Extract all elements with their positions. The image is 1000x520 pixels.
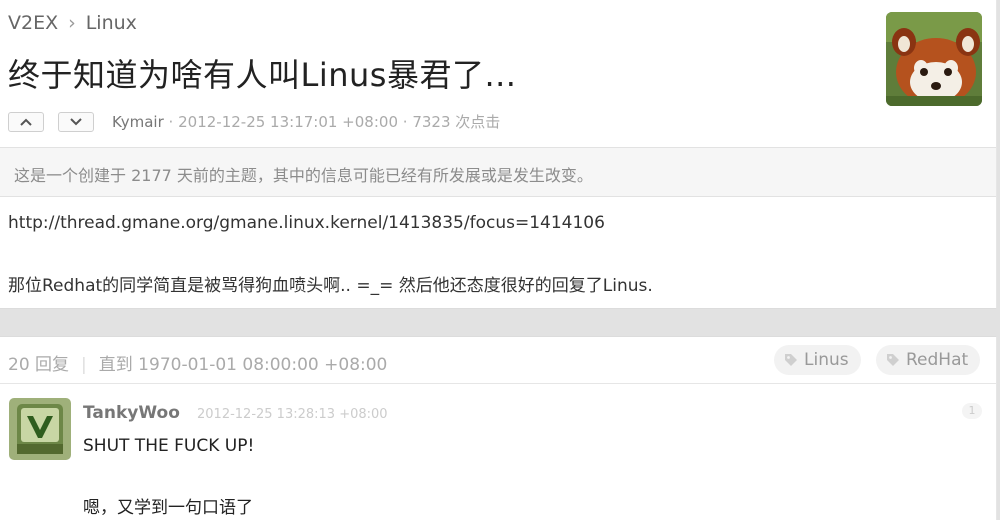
topic-title: 终于知道为啥有人叫Linus暴君了...: [8, 56, 517, 94]
vim-avatar-image: [9, 398, 71, 460]
outdated-notice-text: 这是一个创建于 2177 天前的主题，其中的信息可能已经有所发展或是发生改变。: [14, 166, 593, 185]
replies-header: 20 回复 | 直到 1970-01-01 08:00:00 +08:00 Linu…: [0, 337, 996, 384]
chevron-down-icon: [70, 118, 82, 126]
outdated-notice: 这是一个创建于 2177 天前的主题，其中的信息可能已经有所发展或是发生改变。: [0, 147, 996, 197]
meta-dot: ·: [168, 113, 174, 131]
meta-dot: ·: [402, 113, 408, 131]
created-time: 2012-12-25 13:17:01 +08:00: [178, 113, 398, 131]
breadcrumb-node-link[interactable]: Linux: [86, 12, 137, 34]
tag-linus[interactable]: Linus: [774, 345, 861, 375]
click-count: 7323 次点击: [412, 113, 501, 131]
reply-count: 20 回复: [8, 355, 70, 375]
reply-until: 直到 1970-01-01 08:00:00 +08:00: [98, 355, 388, 375]
reply-divider: |: [81, 355, 87, 375]
reply-avatar[interactable]: [9, 398, 71, 460]
tag-icon: [886, 353, 900, 367]
topic-meta: Kymair · 2012-12-25 13:17:01 +08:00 · 73…: [112, 111, 500, 132]
reply-username[interactable]: TankyWoo: [83, 403, 180, 423]
tag-label: Linus: [804, 350, 849, 370]
breadcrumb-site-link[interactable]: V2EX: [8, 12, 58, 34]
reply-time: 2012-12-25 13:28:13 +08:00: [197, 407, 388, 422]
reply-content-line: SHUT THE FUCK UP!: [83, 436, 255, 456]
author-avatar[interactable]: [886, 12, 982, 106]
tag-label: RedHat: [906, 350, 969, 370]
reply-floor-number: 1: [962, 403, 982, 419]
downvote-button[interactable]: [58, 112, 94, 132]
breadcrumb: V2EX › Linux: [8, 12, 137, 34]
reply-summary: 20 回复 | 直到 1970-01-01 08:00:00 +08:00: [8, 350, 387, 375]
chevron-up-icon: [20, 118, 32, 126]
topic-box: V2EX › Linux 终于知道为啥有人叫Linus暴君了... Kymair ·: [0, 0, 997, 309]
topic-content-link[interactable]: http://thread.gmane.org/gmane.linux.kern…: [8, 213, 605, 233]
tag-redhat[interactable]: RedHat: [876, 345, 981, 375]
replies-box: 20 回复 | 直到 1970-01-01 08:00:00 +08:00 Linu…: [0, 336, 997, 520]
tag-icon: [784, 353, 798, 367]
upvote-button[interactable]: [8, 112, 44, 132]
author-link[interactable]: Kymair: [112, 113, 164, 131]
topic-content-text: 那位Redhat的同学简直是被骂得狗血喷头啊.. =_= 然后他还态度很好的回复…: [8, 276, 653, 296]
reply-content-line: 嗯，又学到一句口语了: [83, 498, 253, 518]
breadcrumb-separator: ›: [68, 12, 76, 34]
red-panda-avatar-image: [886, 12, 982, 106]
